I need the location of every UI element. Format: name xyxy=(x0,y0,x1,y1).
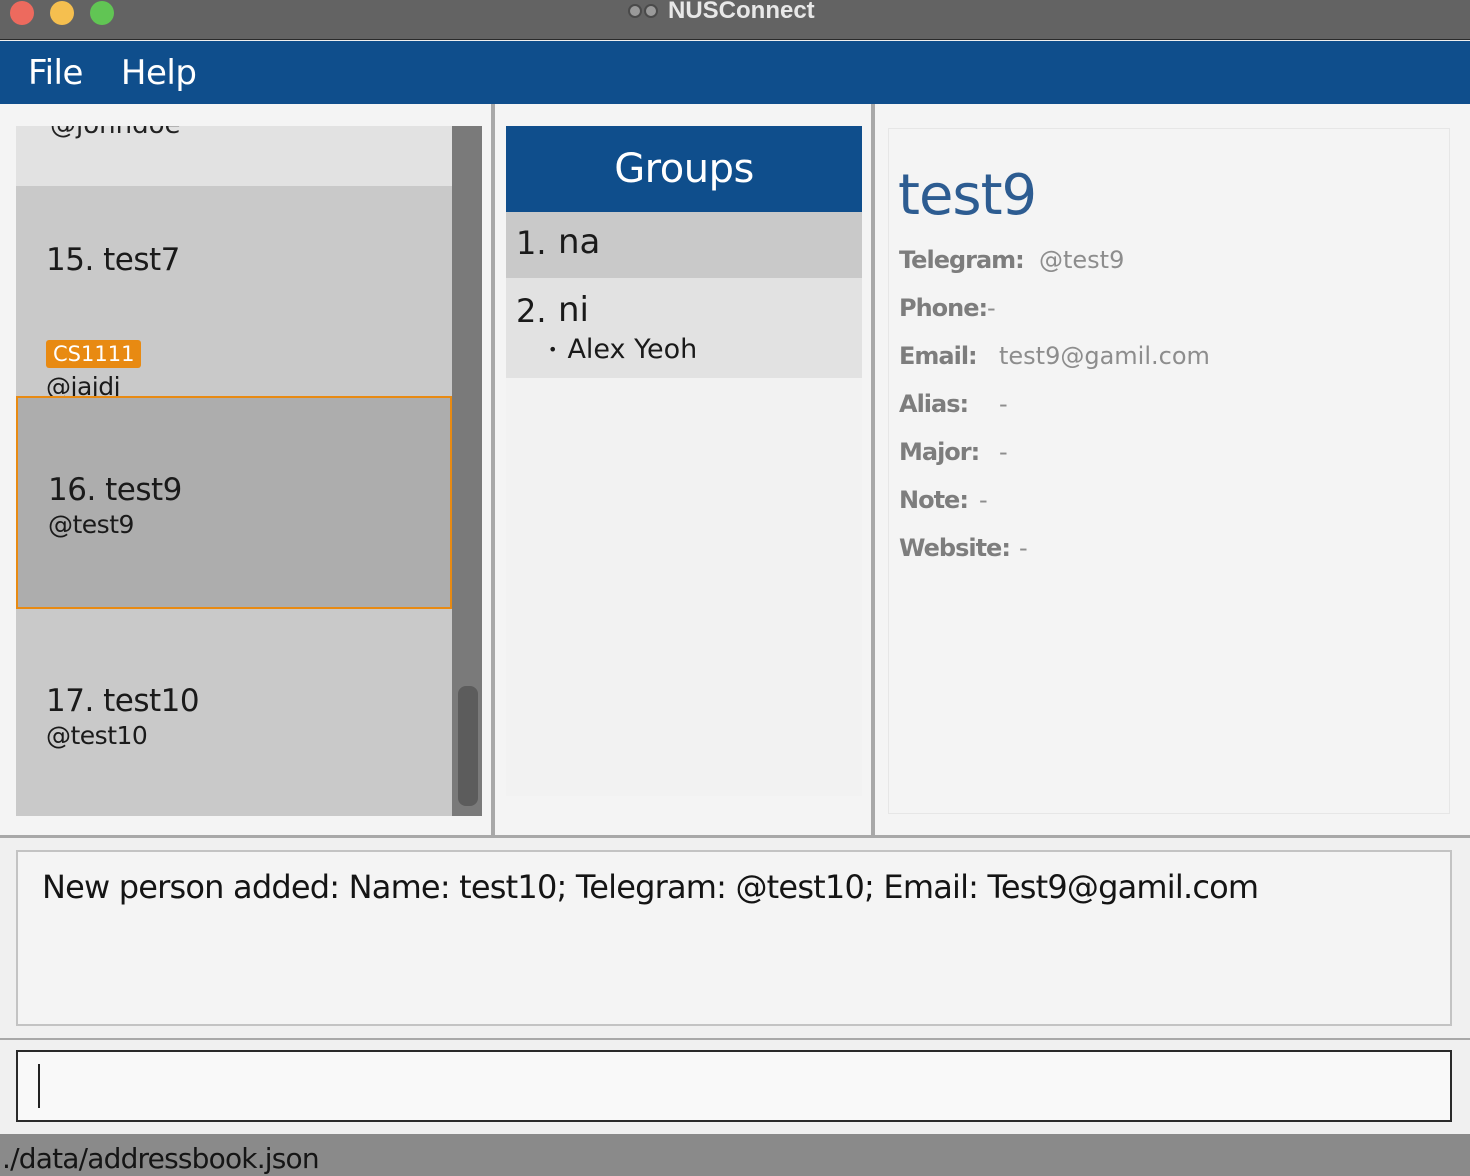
window-title-text: NUSConnect xyxy=(668,0,815,24)
detail-label: Note: xyxy=(899,486,969,514)
menu-file[interactable]: File xyxy=(28,53,83,93)
person-name: 17. test10 xyxy=(46,683,200,719)
detail-label: Telegram: xyxy=(899,246,1025,274)
detail-label: Major: xyxy=(899,438,980,466)
save-file-path: ./data/addressbook.json xyxy=(2,1142,320,1175)
person-name: 16. test9 xyxy=(48,472,182,508)
close-window-button[interactable] xyxy=(10,1,34,25)
detail-value: - xyxy=(999,390,1008,418)
pane-divider[interactable] xyxy=(491,104,495,838)
person-card-partial[interactable]: @johndoe xyxy=(16,126,452,186)
detail-name: test9 xyxy=(898,163,1037,228)
detail-phone: Phone: - xyxy=(899,293,996,323)
group-item[interactable]: 2. ni • Alex Yeoh xyxy=(506,278,862,378)
group-name: na xyxy=(558,222,601,262)
person-card[interactable]: 17. test10 @test10 xyxy=(16,609,452,816)
detail-email: Email: test9@gamil.com xyxy=(899,341,1210,371)
group-index: 2. xyxy=(516,292,547,330)
detail-value: test9@gamil.com xyxy=(999,342,1210,370)
title-bar: NUSConnect xyxy=(0,0,1470,40)
detail-value: - xyxy=(999,438,1008,466)
detail-label: Alias: xyxy=(899,390,969,418)
person-card[interactable]: 15. test7 CS1111 @jajdj xyxy=(16,186,452,401)
detail-website: Website: - xyxy=(899,533,1028,563)
person-list[interactable]: @johndoe 15. test7 CS1111 @jajdj 16. tes… xyxy=(16,126,452,816)
detail-note: Note: - xyxy=(899,485,988,515)
detail-label: Website: xyxy=(899,534,1011,562)
person-card-selected[interactable]: 16. test9 @test9 xyxy=(16,396,452,609)
app-icon xyxy=(628,0,660,23)
person-handle: @johndoe xyxy=(50,126,181,140)
person-list-scroll-thumb[interactable] xyxy=(458,686,478,806)
result-display[interactable]: New person added: Name: test10; Telegram… xyxy=(16,850,1452,1026)
group-member: • Alex Yeoh xyxy=(548,334,697,365)
command-box[interactable] xyxy=(16,1050,1452,1122)
minimize-window-button[interactable] xyxy=(50,1,74,25)
window-title: NUSConnect xyxy=(628,0,815,26)
pane-divider[interactable] xyxy=(871,104,875,838)
person-tag: CS1111 xyxy=(46,340,142,368)
group-index: 1. xyxy=(516,224,547,262)
maximize-window-button[interactable] xyxy=(90,1,114,25)
detail-value: - xyxy=(979,486,988,514)
detail-value: - xyxy=(987,294,996,322)
menu-bar: File Help xyxy=(0,41,1470,104)
group-name: ni xyxy=(558,290,589,330)
person-handle: @test9 xyxy=(48,510,134,539)
command-input[interactable] xyxy=(44,1058,1424,1114)
detail-label: Phone: xyxy=(899,294,988,322)
detail-label: Email: xyxy=(899,342,978,370)
group-member-name: Alex Yeoh xyxy=(567,334,698,365)
menu-help[interactable]: Help xyxy=(121,53,197,93)
result-message: New person added: Name: test10; Telegram… xyxy=(42,868,1259,906)
detail-alias: Alias: - xyxy=(899,389,1008,419)
person-details-panel: test9 Telegram: @test9 Phone: - Email: t… xyxy=(888,128,1450,814)
detail-major: Major: - xyxy=(899,437,1008,467)
groups-panel: Groups 1. na 2. ni • Alex Yeoh xyxy=(506,126,862,796)
person-handle: @test10 xyxy=(46,721,148,750)
group-item[interactable]: 1. na xyxy=(506,212,862,278)
person-name: 15. test7 xyxy=(46,242,180,278)
status-bar: ./data/addressbook.json xyxy=(0,1134,1470,1176)
detail-value: - xyxy=(1019,534,1028,562)
detail-telegram: Telegram: @test9 xyxy=(899,245,1124,275)
bullet-icon: • xyxy=(548,340,558,359)
detail-value: @test9 xyxy=(1039,246,1125,274)
groups-header: Groups xyxy=(506,126,862,212)
text-caret xyxy=(38,1064,40,1108)
